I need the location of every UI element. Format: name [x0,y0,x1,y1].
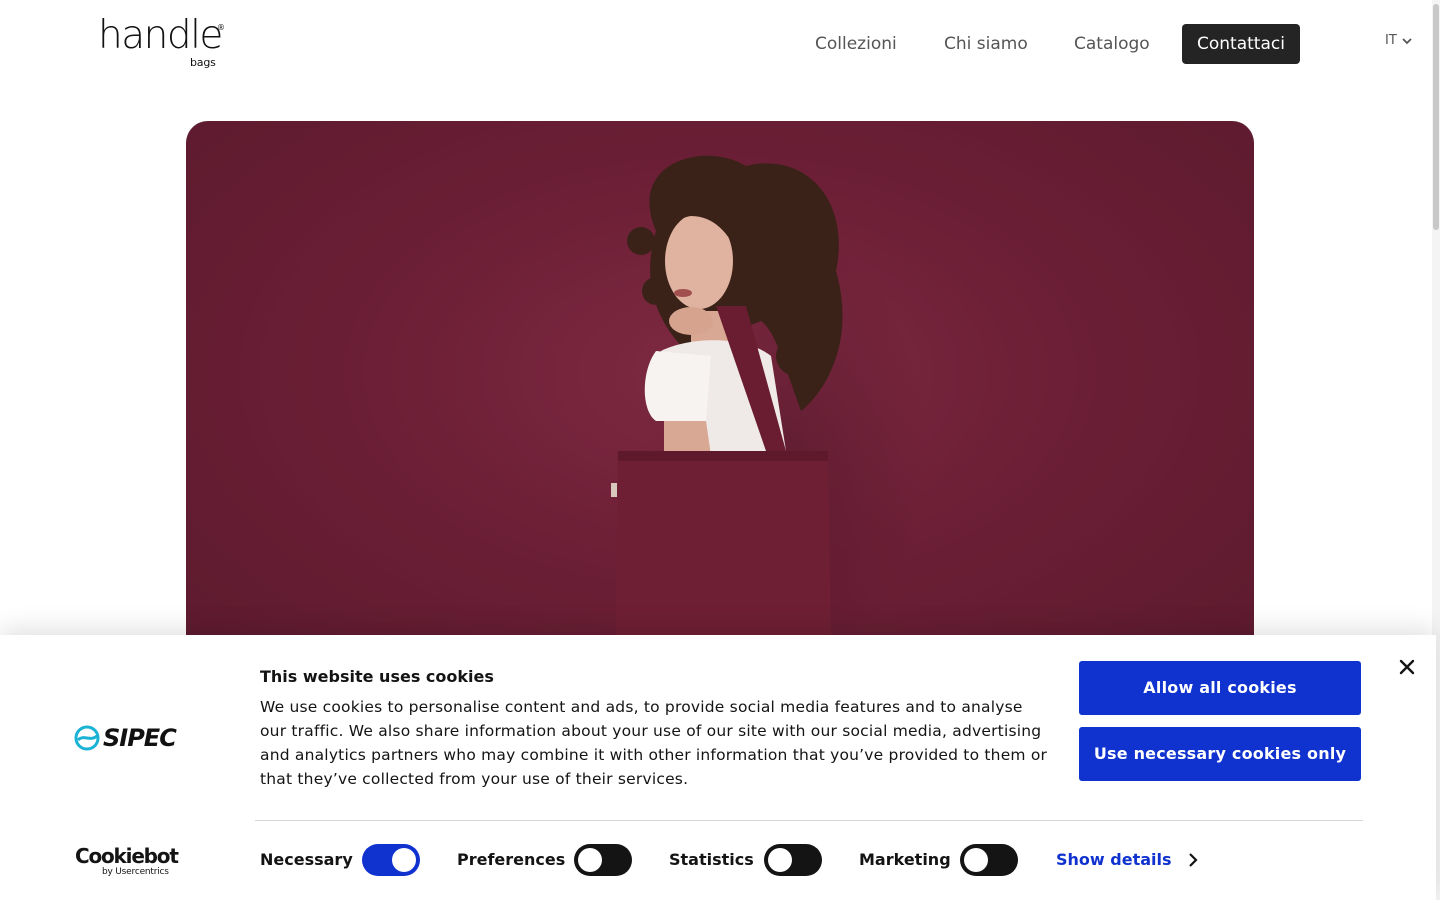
hero-image [186,121,1254,681]
toggle-label-preferences: Preferences [457,850,566,869]
toggle-knob [578,848,602,872]
show-details-label: Show details [1056,850,1172,869]
necessary-cookies-only-button[interactable]: Use necessary cookies only [1079,727,1361,781]
cookie-title: This website uses cookies [260,667,494,686]
cookie-divider [255,820,1363,821]
chevron-right-icon [1188,852,1198,867]
scrollbar-thumb[interactable] [1433,4,1439,230]
toggle-label-statistics: Statistics [669,850,754,869]
sipec-logo-text: SIPEC [103,724,177,752]
close-icon[interactable] [1398,658,1416,676]
site-header: handle ® bags Collezioni Chi siamo Catal… [0,0,1440,90]
logo-wordmark: handle [98,13,223,58]
toggle-necessary[interactable] [362,844,420,876]
logo-subtitle: bags [190,56,216,69]
handle-bags-logo[interactable]: handle ® bags [98,14,228,72]
toggle-label-marketing: Marketing [859,850,951,869]
contact-button[interactable]: Contattaci [1182,24,1300,64]
allow-all-cookies-button[interactable]: Allow all cookies [1079,661,1361,715]
sipec-swoosh-icon [74,725,100,751]
toggle-preferences[interactable] [574,844,632,876]
language-label: IT [1385,33,1397,48]
logo-registered-mark: ® [217,23,225,32]
sipec-logo: SIPEC [74,724,184,752]
toggle-marketing[interactable] [960,844,1018,876]
cookie-description: We use cookies to personalise content an… [260,698,1048,788]
nav-link-chi-siamo[interactable]: Chi siamo [944,24,1028,64]
nav-link-catalogo[interactable]: Catalogo [1074,24,1150,64]
show-details-link[interactable]: Show details [1056,850,1198,869]
toggle-label-necessary: Necessary [260,850,353,869]
cookiebot-logo: Cookiebot by Usercentrics [75,845,185,877]
cookie-consent-banner: SIPEC This website uses cookies We use c… [0,635,1436,900]
chevron-down-icon [1402,37,1412,44]
toggle-knob [964,848,988,872]
nav-link-collezioni[interactable]: Collezioni [815,24,897,64]
toggle-statistics[interactable] [764,844,822,876]
cookiebot-logo-text: Cookiebot [75,844,179,868]
hero-photo-illustration [611,155,926,671]
toggle-knob [768,848,792,872]
language-selector[interactable]: IT [1385,33,1413,48]
toggle-knob [392,848,416,872]
cookiebot-logo-subtitle: by Usercentrics [102,867,169,877]
